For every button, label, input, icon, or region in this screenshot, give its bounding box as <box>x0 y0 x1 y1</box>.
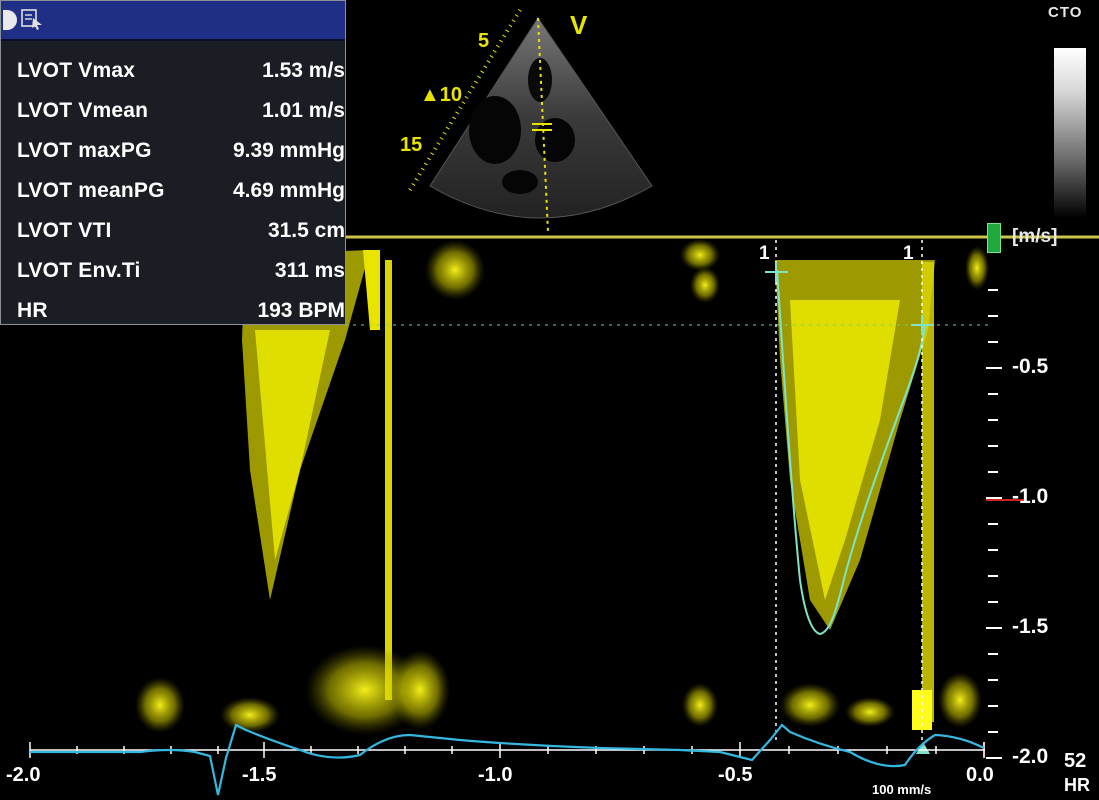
measurement-label: LVOT VTI <box>17 219 112 242</box>
measurement-value: 9.39 mmHg <box>232 139 345 162</box>
record-icon[interactable] <box>3 10 17 30</box>
ecg-hr-label: HR <box>1064 775 1090 795</box>
velocity-tick: -2.0 <box>1012 745 1049 768</box>
measurement-label: LVOT maxPG <box>17 139 152 162</box>
velocity-tick: -0.5 <box>1012 355 1049 378</box>
measurement-value: 193 BPM <box>257 299 345 322</box>
velocity-tick: -1.5 <box>1012 615 1049 638</box>
measurement-value: 4.69 mmHg <box>232 179 345 202</box>
depth-mark-15: 15 <box>400 134 423 156</box>
doppler-display: V 5 ▲10 15 CTO [m/s] -0.5 -1.0 -1.5 -2.0… <box>0 0 1099 800</box>
measurement-row: LVOT Vmean 1.01 m/s <box>1 91 345 131</box>
unit-handle-icon[interactable] <box>987 223 1001 253</box>
time-tick: -1.0 <box>478 764 513 786</box>
cursor-left-label: 1 <box>759 243 770 264</box>
time-tick: -0.5 <box>718 764 753 786</box>
ecg-hr-value: 52 <box>1064 750 1087 772</box>
time-tick: -1.5 <box>242 764 277 786</box>
measurement-label: LVOT Vmean <box>17 99 149 122</box>
measurement-row: LVOT Env.Ti 311 ms <box>1 251 345 291</box>
time-tick: 0.0 <box>966 764 994 786</box>
measurement-row: LVOT maxPG 9.39 mmHg <box>1 131 345 171</box>
measurement-row: LVOT VTI 31.5 cm <box>1 211 345 251</box>
measurement-label: HR <box>17 299 48 322</box>
measurement-panel: LVOT Vmax 1.53 m/s LVOT Vmean 1.01 m/s L… <box>0 0 346 325</box>
measurement-label: LVOT meanPG <box>17 179 165 202</box>
measurement-label: LVOT Vmax <box>17 59 136 82</box>
sweep-speed: 100 mm/s <box>872 782 932 797</box>
measurement-row: HR 193 BPM <box>1 291 345 331</box>
measurement-value: 1.53 m/s <box>262 59 345 82</box>
depth-mark-5: 5 <box>478 30 490 52</box>
velocity-tick: -1.0 <box>1012 485 1049 508</box>
measurement-row: LVOT meanPG 4.69 mmHg <box>1 171 345 211</box>
grayscale-map-label: CTO <box>1048 4 1083 21</box>
cursor-right-label: 1 <box>903 243 914 264</box>
measurement-panel-titlebar <box>1 1 345 41</box>
velocity-axis <box>986 289 1002 759</box>
grayscale-bar <box>1054 48 1086 218</box>
view-label: V <box>570 10 588 40</box>
tool-icon[interactable] <box>21 8 43 30</box>
measurement-value: 1.01 m/s <box>262 99 345 122</box>
measurement-label: LVOT Env.Ti <box>17 259 141 282</box>
depth-mark-10: ▲10 <box>420 84 463 106</box>
measurement-value: 31.5 cm <box>267 219 345 242</box>
time-tick: -2.0 <box>6 764 41 786</box>
velocity-unit: [m/s] <box>1012 226 1058 247</box>
measurement-value: 311 ms <box>274 259 345 282</box>
echo-sector <box>408 8 653 233</box>
measurement-row: LVOT Vmax 1.53 m/s <box>1 51 345 91</box>
